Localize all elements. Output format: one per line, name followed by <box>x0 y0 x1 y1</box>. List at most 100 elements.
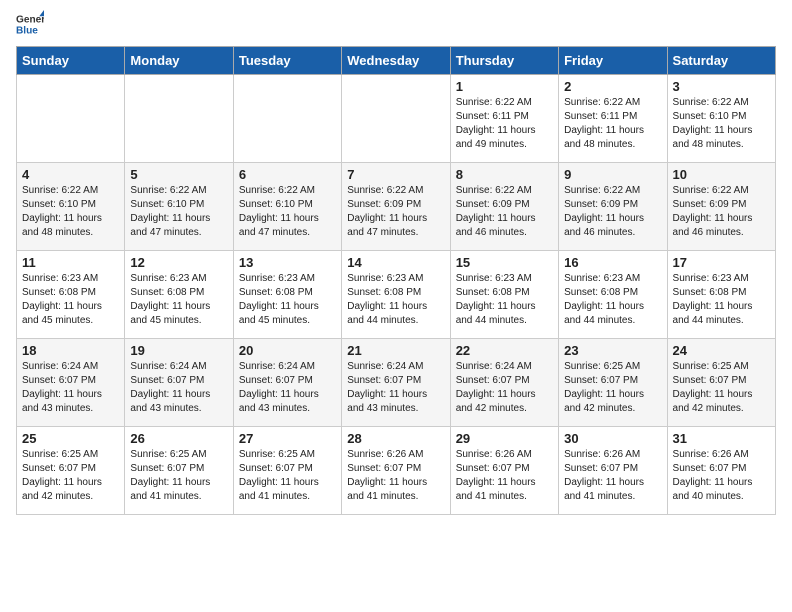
calendar-cell <box>233 75 341 163</box>
day-number: 27 <box>239 431 336 446</box>
calendar-cell: 4 Sunrise: 6:22 AM Sunset: 6:10 PM Daylig… <box>17 163 125 251</box>
cell-info: Sunrise: 6:24 AM Sunset: 6:07 PM Dayligh… <box>239 360 336 416</box>
day-number: 15 <box>456 255 553 270</box>
calendar-cell: 9 Sunrise: 6:22 AM Sunset: 6:09 PM Daylig… <box>559 163 667 251</box>
day-number: 12 <box>130 255 227 270</box>
calendar-cell: 17Sunrise: 6:23 AM Sunset: 6:08 PM Dayli… <box>667 251 775 339</box>
day-number: 13 <box>239 255 336 270</box>
cell-info: Sunrise: 6:23 AM Sunset: 6:08 PM Dayligh… <box>347 272 444 328</box>
logo-icon: General Blue <box>16 10 44 38</box>
day-number: 9 <box>564 167 661 182</box>
cell-info: Sunrise: 6:22 AM Sunset: 6:09 PM Dayligh… <box>564 184 661 240</box>
day-number: 31 <box>673 431 770 446</box>
logo: General Blue <box>16 10 44 38</box>
cell-info: Sunrise: 6:24 AM Sunset: 6:07 PM Dayligh… <box>130 360 227 416</box>
day-number: 8 <box>456 167 553 182</box>
day-number: 10 <box>673 167 770 182</box>
day-number: 7 <box>347 167 444 182</box>
day-number: 2 <box>564 79 661 94</box>
calendar-cell: 11 Sunrise: 6:23 AM Sunset: 6:08 PM Dayli… <box>17 251 125 339</box>
cell-info: Sunrise: 6:22 AM Sunset: 6:11 PM Dayligh… <box>564 96 661 152</box>
calendar-cell <box>342 75 450 163</box>
cell-info: Sunrise: 6:25 AM Sunset: 6:07 PM Dayligh… <box>130 448 227 504</box>
calendar-page: General Blue SundayMondayTuesdayWednesda… <box>0 0 792 531</box>
day-number: 28 <box>347 431 444 446</box>
calendar-cell: 19Sunrise: 6:24 AM Sunset: 6:07 PM Dayli… <box>125 339 233 427</box>
day-number: 29 <box>456 431 553 446</box>
calendar-cell: 16 Sunrise: 6:23 AM Sunset: 6:08 PM Dayli… <box>559 251 667 339</box>
day-number: 23 <box>564 343 661 358</box>
calendar-cell: 1 Sunrise: 6:22 AM Sunset: 6:11 PM Daylig… <box>450 75 558 163</box>
cell-info: Sunrise: 6:22 AM Sunset: 6:09 PM Dayligh… <box>456 184 553 240</box>
weekday-header-wednesday: Wednesday <box>342 47 450 75</box>
calendar-cell: 20 Sunrise: 6:24 AM Sunset: 6:07 PM Dayli… <box>233 339 341 427</box>
cell-info: Sunrise: 6:24 AM Sunset: 6:07 PM Dayligh… <box>347 360 444 416</box>
cell-info: Sunrise: 6:25 AM Sunset: 6:07 PM Dayligh… <box>239 448 336 504</box>
day-number: 6 <box>239 167 336 182</box>
calendar-cell: 8 Sunrise: 6:22 AM Sunset: 6:09 PM Daylig… <box>450 163 558 251</box>
calendar-table: SundayMondayTuesdayWednesdayThursdayFrid… <box>16 46 776 515</box>
cell-info: Sunrise: 6:22 AM Sunset: 6:10 PM Dayligh… <box>239 184 336 240</box>
day-number: 4 <box>22 167 119 182</box>
cell-info: Sunrise: 6:25 AM Sunset: 6:07 PM Dayligh… <box>564 360 661 416</box>
day-number: 14 <box>347 255 444 270</box>
calendar-cell: 30 Sunrise: 6:26 AM Sunset: 6:07 PM Dayli… <box>559 427 667 515</box>
weekday-header-monday: Monday <box>125 47 233 75</box>
calendar-cell: 2 Sunrise: 6:22 AM Sunset: 6:11 PM Daylig… <box>559 75 667 163</box>
calendar-cell: 10 Sunrise: 6:22 AM Sunset: 6:09 PM Dayli… <box>667 163 775 251</box>
day-number: 22 <box>456 343 553 358</box>
calendar-cell: 15 Sunrise: 6:23 AM Sunset: 6:08 PM Dayli… <box>450 251 558 339</box>
cell-info: Sunrise: 6:22 AM Sunset: 6:10 PM Dayligh… <box>22 184 119 240</box>
cell-info: Sunrise: 6:25 AM Sunset: 6:07 PM Dayligh… <box>673 360 770 416</box>
day-number: 26 <box>130 431 227 446</box>
weekday-header-friday: Friday <box>559 47 667 75</box>
weekday-header-thursday: Thursday <box>450 47 558 75</box>
calendar-cell: 6 Sunrise: 6:22 AM Sunset: 6:10 PM Daylig… <box>233 163 341 251</box>
calendar-cell: 13 Sunrise: 6:23 AM Sunset: 6:08 PM Dayli… <box>233 251 341 339</box>
cell-info: Sunrise: 6:22 AM Sunset: 6:11 PM Dayligh… <box>456 96 553 152</box>
cell-info: Sunrise: 6:23 AM Sunset: 6:08 PM Dayligh… <box>22 272 119 328</box>
day-number: 17 <box>673 255 770 270</box>
calendar-cell <box>125 75 233 163</box>
calendar-cell: 5 Sunrise: 6:22 AM Sunset: 6:10 PM Daylig… <box>125 163 233 251</box>
calendar-cell: 21 Sunrise: 6:24 AM Sunset: 6:07 PM Dayli… <box>342 339 450 427</box>
weekday-header-saturday: Saturday <box>667 47 775 75</box>
day-number: 3 <box>673 79 770 94</box>
svg-text:Blue: Blue <box>16 25 38 36</box>
day-number: 21 <box>347 343 444 358</box>
cell-info: Sunrise: 6:26 AM Sunset: 6:07 PM Dayligh… <box>564 448 661 504</box>
weekday-header-sunday: Sunday <box>17 47 125 75</box>
cell-info: Sunrise: 6:24 AM Sunset: 6:07 PM Dayligh… <box>456 360 553 416</box>
header: General Blue <box>16 10 776 38</box>
calendar-cell <box>17 75 125 163</box>
day-number: 11 <box>22 255 119 270</box>
cell-info: Sunrise: 6:23 AM Sunset: 6:08 PM Dayligh… <box>456 272 553 328</box>
calendar-cell: 14 Sunrise: 6:23 AM Sunset: 6:08 PM Dayli… <box>342 251 450 339</box>
calendar-cell: 27 Sunrise: 6:25 AM Sunset: 6:07 PM Dayli… <box>233 427 341 515</box>
day-number: 25 <box>22 431 119 446</box>
cell-info: Sunrise: 6:22 AM Sunset: 6:09 PM Dayligh… <box>673 184 770 240</box>
cell-info: Sunrise: 6:23 AM Sunset: 6:08 PM Dayligh… <box>130 272 227 328</box>
day-number: 30 <box>564 431 661 446</box>
cell-info: Sunrise: 6:22 AM Sunset: 6:09 PM Dayligh… <box>347 184 444 240</box>
calendar-cell: 22 Sunrise: 6:24 AM Sunset: 6:07 PM Dayli… <box>450 339 558 427</box>
day-number: 5 <box>130 167 227 182</box>
cell-info: Sunrise: 6:22 AM Sunset: 6:10 PM Dayligh… <box>130 184 227 240</box>
day-number: 1 <box>456 79 553 94</box>
cell-info: Sunrise: 6:25 AM Sunset: 6:07 PM Dayligh… <box>22 448 119 504</box>
calendar-cell: 7 Sunrise: 6:22 AM Sunset: 6:09 PM Daylig… <box>342 163 450 251</box>
cell-info: Sunrise: 6:24 AM Sunset: 6:07 PM Dayligh… <box>22 360 119 416</box>
cell-info: Sunrise: 6:26 AM Sunset: 6:07 PM Dayligh… <box>456 448 553 504</box>
cell-info: Sunrise: 6:26 AM Sunset: 6:07 PM Dayligh… <box>347 448 444 504</box>
calendar-cell: 23 Sunrise: 6:25 AM Sunset: 6:07 PM Dayli… <box>559 339 667 427</box>
cell-info: Sunrise: 6:26 AM Sunset: 6:07 PM Dayligh… <box>673 448 770 504</box>
cell-info: Sunrise: 6:23 AM Sunset: 6:08 PM Dayligh… <box>239 272 336 328</box>
day-number: 20 <box>239 343 336 358</box>
calendar-cell: 28 Sunrise: 6:26 AM Sunset: 6:07 PM Dayli… <box>342 427 450 515</box>
cell-info: Sunrise: 6:23 AM Sunset: 6:08 PM Dayligh… <box>564 272 661 328</box>
cell-info: Sunrise: 6:22 AM Sunset: 6:10 PM Dayligh… <box>673 96 770 152</box>
weekday-header-tuesday: Tuesday <box>233 47 341 75</box>
day-number: 24 <box>673 343 770 358</box>
calendar-cell: 18Sunrise: 6:24 AM Sunset: 6:07 PM Dayli… <box>17 339 125 427</box>
day-number: 16 <box>564 255 661 270</box>
